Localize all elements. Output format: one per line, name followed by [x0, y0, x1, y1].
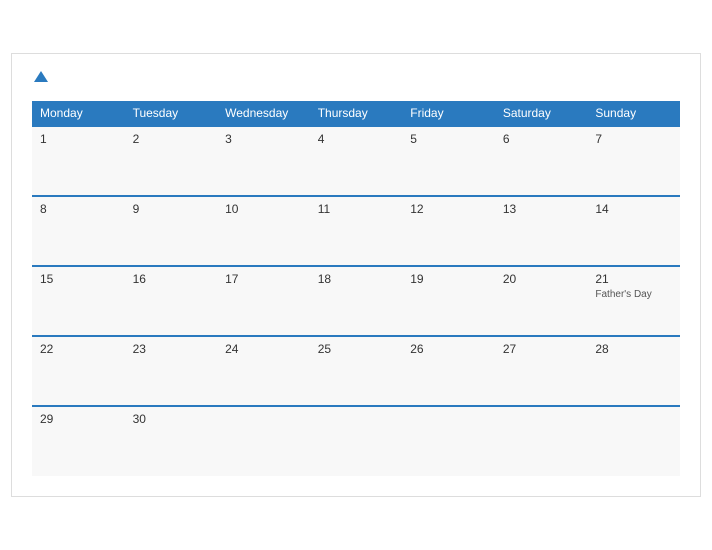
calendar-container: MondayTuesdayWednesdayThursdayFridaySatu…	[11, 53, 701, 498]
day-number: 13	[503, 202, 580, 216]
day-number: 23	[133, 342, 210, 356]
calendar-cell: 15	[32, 266, 125, 336]
day-number: 2	[133, 132, 210, 146]
calendar-cell: 10	[217, 196, 310, 266]
day-number: 24	[225, 342, 302, 356]
calendar-cell: 17	[217, 266, 310, 336]
day-number: 15	[40, 272, 117, 286]
calendar-cell	[217, 406, 310, 476]
calendar-cell	[402, 406, 495, 476]
day-number: 8	[40, 202, 117, 216]
calendar-week-row: 1 2 3 4 5 6 7	[32, 126, 680, 196]
calendar-cell	[310, 406, 403, 476]
day-number: 22	[40, 342, 117, 356]
calendar-header	[32, 70, 680, 88]
day-event: Father's Day	[595, 289, 651, 300]
day-number: 18	[318, 272, 395, 286]
calendar-cell: 19	[402, 266, 495, 336]
logo-general	[32, 70, 48, 88]
calendar-week-row: 15 16 17 18 19 20 21 Father's Day	[32, 266, 680, 336]
calendar-cell: 24	[217, 336, 310, 406]
calendar-cell: 27	[495, 336, 588, 406]
calendar-cell: 7	[587, 126, 680, 196]
calendar-cell: 29	[32, 406, 125, 476]
day-number: 26	[410, 342, 487, 356]
day-number: 17	[225, 272, 302, 286]
day-number: 3	[225, 132, 302, 146]
day-number: 1	[40, 132, 117, 146]
day-number: 16	[133, 272, 210, 286]
day-number: 21	[595, 272, 672, 286]
calendar-cell: 6	[495, 126, 588, 196]
calendar-cell: 8	[32, 196, 125, 266]
calendar-cell	[587, 406, 680, 476]
calendar-cell	[495, 406, 588, 476]
calendar-cell: 2	[125, 126, 218, 196]
day-number: 29	[40, 412, 117, 426]
day-number: 9	[133, 202, 210, 216]
day-number: 28	[595, 342, 672, 356]
calendar-cell: 3	[217, 126, 310, 196]
day-number: 20	[503, 272, 580, 286]
day-number: 14	[595, 202, 672, 216]
calendar-weekdays: MondayTuesdayWednesdayThursdayFridaySatu…	[32, 101, 680, 126]
calendar-cell: 5	[402, 126, 495, 196]
calendar-cell: 28	[587, 336, 680, 406]
calendar-cell: 11	[310, 196, 403, 266]
day-number: 19	[410, 272, 487, 286]
day-number: 27	[503, 342, 580, 356]
weekday-header: Thursday	[310, 101, 403, 126]
weekday-header: Wednesday	[217, 101, 310, 126]
calendar-cell: 9	[125, 196, 218, 266]
calendar-body: 123456789101112131415161718192021Father'…	[32, 126, 680, 476]
day-number: 12	[410, 202, 487, 216]
day-number: 25	[318, 342, 395, 356]
logo-triangle-icon	[34, 71, 48, 82]
weekday-header: Saturday	[495, 101, 588, 126]
day-number: 10	[225, 202, 302, 216]
calendar-cell: 26	[402, 336, 495, 406]
calendar-cell: 25	[310, 336, 403, 406]
calendar-cell: 16	[125, 266, 218, 336]
day-number: 7	[595, 132, 672, 146]
calendar-cell: 14	[587, 196, 680, 266]
day-number: 6	[503, 132, 580, 146]
logo	[32, 70, 48, 88]
calendar-cell: 22	[32, 336, 125, 406]
weekday-header: Tuesday	[125, 101, 218, 126]
day-number: 11	[318, 202, 395, 216]
calendar-cell: 4	[310, 126, 403, 196]
weekday-header: Friday	[402, 101, 495, 126]
calendar-week-row: 29 30	[32, 406, 680, 476]
calendar-cell: 20	[495, 266, 588, 336]
calendar-cell: 23	[125, 336, 218, 406]
calendar-cell: 18	[310, 266, 403, 336]
calendar-cell: 13	[495, 196, 588, 266]
calendar-grid: MondayTuesdayWednesdayThursdayFridaySatu…	[32, 101, 680, 476]
weekday-header: Monday	[32, 101, 125, 126]
calendar-cell: 21 Father's Day	[587, 266, 680, 336]
weekday-header: Sunday	[587, 101, 680, 126]
day-number: 30	[133, 412, 210, 426]
calendar-cell: 1	[32, 126, 125, 196]
calendar-week-row: 22 23 24 25 26 27 28	[32, 336, 680, 406]
calendar-week-row: 8 9 10 11 12 13 14	[32, 196, 680, 266]
calendar-cell: 30	[125, 406, 218, 476]
calendar-cell: 12	[402, 196, 495, 266]
day-number: 4	[318, 132, 395, 146]
day-number: 5	[410, 132, 487, 146]
